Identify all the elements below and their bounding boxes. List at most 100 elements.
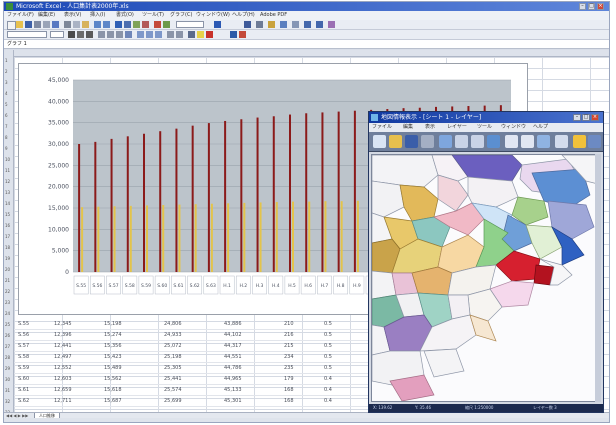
- table-cell[interactable]: 12,345: [54, 321, 72, 327]
- row-number[interactable]: 6: [5, 113, 8, 118]
- chart-object-icon[interactable]: [244, 21, 251, 28]
- bar-series-1[interactable]: [191, 125, 194, 272]
- table-cell[interactable]: 25,441: [164, 376, 182, 382]
- row-number[interactable]: 25: [5, 322, 10, 327]
- row-number[interactable]: 17: [5, 234, 10, 239]
- row-number[interactable]: 3: [5, 80, 8, 85]
- table-cell[interactable]: S.57: [18, 343, 29, 349]
- table-row[interactable]: S.57 12,441 15,356 25,072 44,317 215 0.5: [14, 341, 374, 352]
- table-cell[interactable]: 15,618: [104, 387, 122, 393]
- bar-series-2[interactable]: [308, 201, 311, 272]
- row-number[interactable]: 30: [5, 377, 10, 382]
- row-number[interactable]: 29: [5, 366, 10, 371]
- bar-series-1[interactable]: [272, 116, 275, 272]
- print-icon[interactable]: [34, 21, 41, 28]
- table-cell[interactable]: 25,072: [164, 343, 182, 349]
- bar-series-2[interactable]: [356, 200, 359, 272]
- font-size-select[interactable]: [50, 31, 64, 38]
- row-number[interactable]: 20: [5, 267, 10, 272]
- table-cell[interactable]: 12,396: [54, 332, 72, 338]
- save-icon[interactable]: [25, 21, 32, 28]
- comma-style-icon[interactable]: [155, 31, 162, 38]
- chart-wizard-icon[interactable]: [154, 21, 161, 28]
- table-row[interactable]: S.58 12,497 15,423 25,198 44,551 234 0.5: [14, 352, 374, 363]
- bar-series-2[interactable]: [162, 205, 165, 272]
- copy-icon[interactable]: [73, 21, 80, 28]
- paste-icon[interactable]: [82, 21, 89, 28]
- bar-series-2[interactable]: [340, 201, 343, 272]
- angle-text-icon[interactable]: [328, 21, 335, 28]
- bar-series-2[interactable]: [324, 201, 327, 272]
- table-cell[interactable]: 25,198: [164, 354, 182, 360]
- table-cell[interactable]: 24,933: [164, 332, 182, 338]
- menu-view[interactable]: 表示(V): [64, 11, 81, 20]
- table-cell[interactable]: S.61: [18, 387, 29, 393]
- hyperlink-icon[interactable]: [115, 21, 122, 28]
- map-menu-file[interactable]: ファイル: [372, 123, 392, 132]
- row-number[interactable]: 21: [5, 278, 10, 283]
- row-number[interactable]: 1: [5, 58, 8, 63]
- row-number[interactable]: 18: [5, 245, 10, 250]
- table-cell[interactable]: S.62: [18, 398, 29, 404]
- row-number[interactable]: 31: [5, 388, 10, 393]
- menu-insert[interactable]: 挿入(I): [90, 11, 105, 20]
- table-cell[interactable]: 0.5: [324, 365, 332, 371]
- table-cell[interactable]: 15,356: [104, 343, 122, 349]
- table-cell[interactable]: 0.4: [324, 387, 332, 393]
- row-number[interactable]: 23: [5, 300, 10, 305]
- fill-color-icon[interactable]: [197, 31, 204, 38]
- map-menu-view[interactable]: 表示: [425, 123, 435, 132]
- bar-series-2[interactable]: [194, 204, 197, 272]
- bar-series-2[interactable]: [97, 206, 100, 272]
- row-number[interactable]: 15: [5, 212, 10, 217]
- map-close-button[interactable]: ×: [591, 114, 599, 121]
- data-table-icon[interactable]: [292, 21, 299, 28]
- table-cell[interactable]: 12,711: [54, 398, 72, 404]
- table-row[interactable]: S.56 12,396 15,274 24,933 44,102 216 0.5: [14, 330, 374, 341]
- bar-series-1[interactable]: [207, 123, 210, 272]
- region-center-north[interactable]: [467, 176, 519, 208]
- pdf-mail-icon[interactable]: [239, 31, 246, 38]
- map-maximize-button[interactable]: □: [582, 114, 590, 121]
- table-cell[interactable]: 15,562: [104, 376, 122, 382]
- bar-series-2[interactable]: [81, 207, 84, 272]
- bar-series-1[interactable]: [175, 128, 178, 272]
- table-cell[interactable]: S.58: [18, 354, 29, 360]
- undo-icon[interactable]: [94, 21, 101, 28]
- table-cell[interactable]: 15,274: [104, 332, 122, 338]
- pdf-create-icon[interactable]: [230, 31, 237, 38]
- row-number[interactable]: 2: [5, 69, 8, 74]
- row-number[interactable]: 4: [5, 91, 8, 96]
- table-cell[interactable]: 15,489: [104, 365, 122, 371]
- sort-descending-icon[interactable]: [142, 21, 149, 28]
- row-number[interactable]: 27: [5, 344, 10, 349]
- table-cell[interactable]: 168: [284, 398, 294, 404]
- table-row[interactable]: S.60 12,603 15,562 25,441 44,965 179 0.4: [14, 374, 374, 385]
- table-cell[interactable]: 0.5: [324, 321, 332, 327]
- row-number[interactable]: 11: [5, 168, 10, 173]
- bar-series-1[interactable]: [143, 133, 145, 272]
- row-number[interactable]: 5: [5, 102, 8, 107]
- bar-series-1[interactable]: [321, 112, 324, 272]
- autosum-icon[interactable]: [124, 21, 131, 28]
- underline-icon[interactable]: [86, 31, 93, 38]
- row-number[interactable]: 22: [5, 289, 10, 294]
- table-cell[interactable]: 44,786: [224, 365, 242, 371]
- menu-file[interactable]: ファイル(F): [7, 11, 34, 20]
- row-number[interactable]: 16: [5, 223, 10, 228]
- table-cell[interactable]: 25,699: [164, 398, 182, 404]
- new-map-icon[interactable]: [373, 135, 386, 148]
- table-row[interactable]: S.62 12,711 15,687 25,699 45,301 168 0.4: [14, 396, 374, 407]
- select-tool-icon[interactable]: [439, 135, 452, 148]
- table-cell[interactable]: 179: [284, 376, 294, 382]
- by-row-icon[interactable]: [304, 21, 311, 28]
- bar-series-1[interactable]: [305, 113, 308, 272]
- bar-series-2[interactable]: [210, 203, 213, 272]
- table-cell[interactable]: 12,603: [54, 376, 72, 382]
- bar-series-2[interactable]: [146, 205, 148, 272]
- table-cell[interactable]: 12,497: [54, 354, 72, 360]
- spelling-icon[interactable]: [52, 21, 59, 28]
- minimize-button[interactable]: –: [579, 3, 586, 10]
- increase-indent-icon[interactable]: [167, 31, 174, 38]
- chart-type-icon[interactable]: [268, 21, 275, 28]
